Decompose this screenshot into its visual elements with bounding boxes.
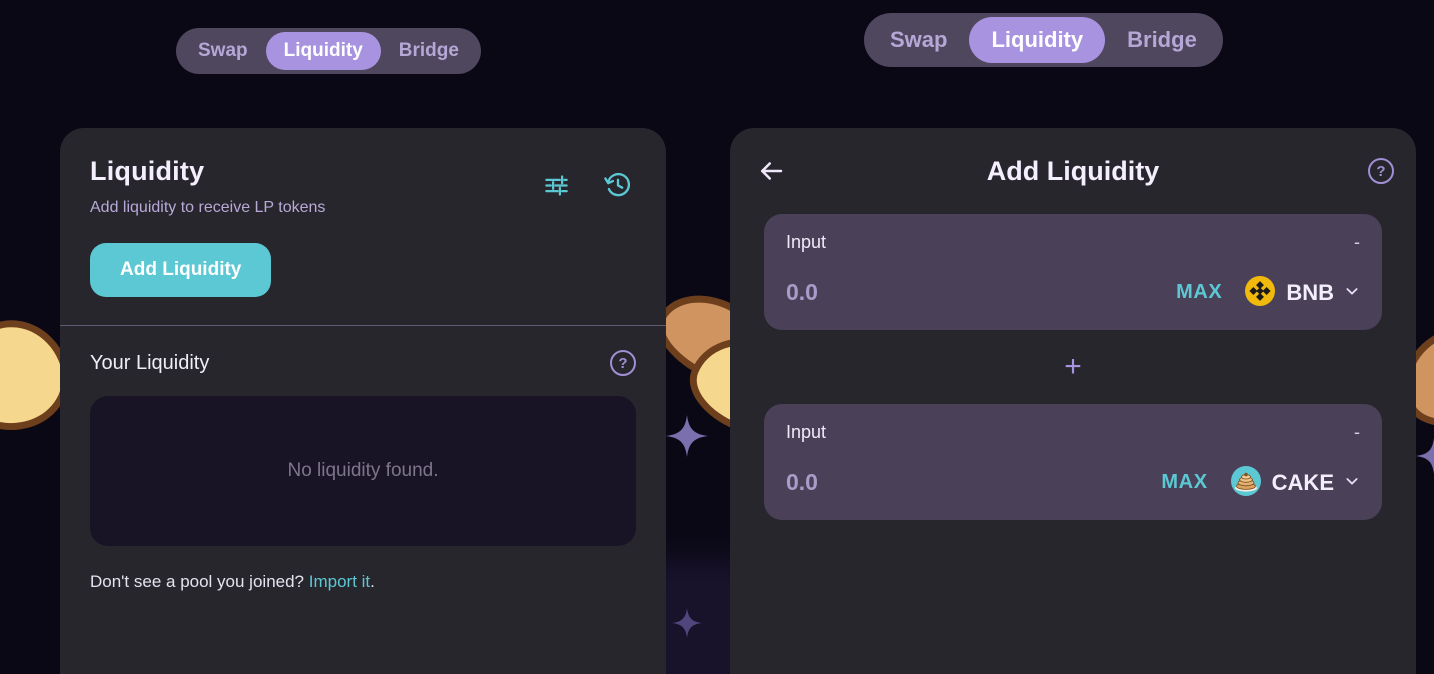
input-panel-bnb-controls: MAX BNB <box>1176 275 1360 310</box>
history-clock-icon[interactable] <box>604 171 632 199</box>
chevron-down-icon-cake <box>1344 473 1360 492</box>
settings-sliders-icon[interactable] <box>543 172 570 199</box>
max-button-cake[interactable]: MAX <box>1161 471 1207 494</box>
liquidity-card-header: Liquidity Add liquidity to receive LP to… <box>60 128 666 217</box>
bnb-token-icon <box>1244 275 1276 310</box>
token-name-bnb: BNB <box>1286 279 1334 305</box>
token-name-cake: CAKE <box>1271 469 1334 495</box>
liquidity-card: Liquidity Add liquidity to receive LP to… <box>60 128 666 674</box>
input-panel-cake-controls: MAX CAKE <box>1161 465 1360 500</box>
tab-group-left: Swap Liquidity Bridge <box>176 28 481 74</box>
add-liquidity-header: Add Liquidity ? <box>730 128 1416 214</box>
import-pool-note-period: . <box>370 572 375 591</box>
tab-liquidity-right[interactable]: Liquidity <box>969 17 1106 63</box>
tab-bridge-left[interactable]: Bridge <box>381 32 477 70</box>
arrow-left-icon[interactable] <box>756 156 786 186</box>
question-circle-icon[interactable]: ? <box>610 350 636 376</box>
page-subtitle: Add liquidity to receive LP tokens <box>90 199 326 216</box>
import-pool-note-text: Don't see a pool you joined? <box>90 572 309 591</box>
chevron-down-icon-bnb <box>1344 283 1360 302</box>
input-balance: - <box>1354 422 1360 442</box>
input-panel-bnb-top: Input - <box>786 232 1360 253</box>
tab-liquidity-left[interactable]: Liquidity <box>265 32 381 70</box>
plus-separator-icon: + <box>1064 350 1082 383</box>
input-label: Input <box>786 422 827 442</box>
tab-bridge-right[interactable]: Bridge <box>1105 17 1219 63</box>
question-circle-icon-right[interactable]: ? <box>1368 158 1394 184</box>
tab-group-right: Swap Liquidity Bridge <box>864 13 1223 67</box>
token-select-bnb[interactable]: BNB <box>1244 275 1360 310</box>
max-button-bnb[interactable]: MAX <box>1176 281 1222 304</box>
amount-input-cake[interactable] <box>786 469 986 496</box>
input-panel-cake-top: Input - <box>786 422 1360 443</box>
token-select-cake[interactable]: CAKE <box>1230 465 1360 500</box>
input-panel-cake: Input - MAX <box>764 404 1382 520</box>
add-liquidity-title: Add Liquidity <box>986 155 1160 186</box>
your-liquidity-title: Your Liquidity <box>90 351 210 374</box>
import-it-link[interactable]: Import it <box>309 572 370 591</box>
add-liquidity-button[interactable]: Add Liquidity <box>90 243 272 297</box>
empty-state-text: No liquidity found. <box>287 460 439 481</box>
cake-token-icon <box>1230 465 1262 500</box>
header-icon-group <box>543 171 632 199</box>
input-balance: - <box>1354 232 1360 252</box>
input-panel-cake-bottom: MAX CAKE <box>786 465 1360 500</box>
sparkle-icon-right <box>1416 438 1434 481</box>
sparkle-icon-small <box>672 608 702 644</box>
input-label: Input <box>786 232 827 252</box>
amount-input-bnb[interactable] <box>786 279 986 306</box>
tab-swap-right[interactable]: Swap <box>868 17 969 63</box>
tab-swap-left[interactable]: Swap <box>180 32 266 70</box>
your-liquidity-header: Your Liquidity ? <box>60 326 666 376</box>
add-liquidity-card: Add Liquidity ? Input - MAX <box>730 128 1416 674</box>
sparkle-icon <box>666 415 708 464</box>
input-panel-bnb-bottom: MAX <box>786 275 1360 310</box>
liquidity-empty-state: No liquidity found. <box>90 396 636 546</box>
input-panel-bnb: Input - MAX <box>764 214 1382 330</box>
import-pool-note: Don't see a pool you joined? Import it. <box>60 546 666 592</box>
